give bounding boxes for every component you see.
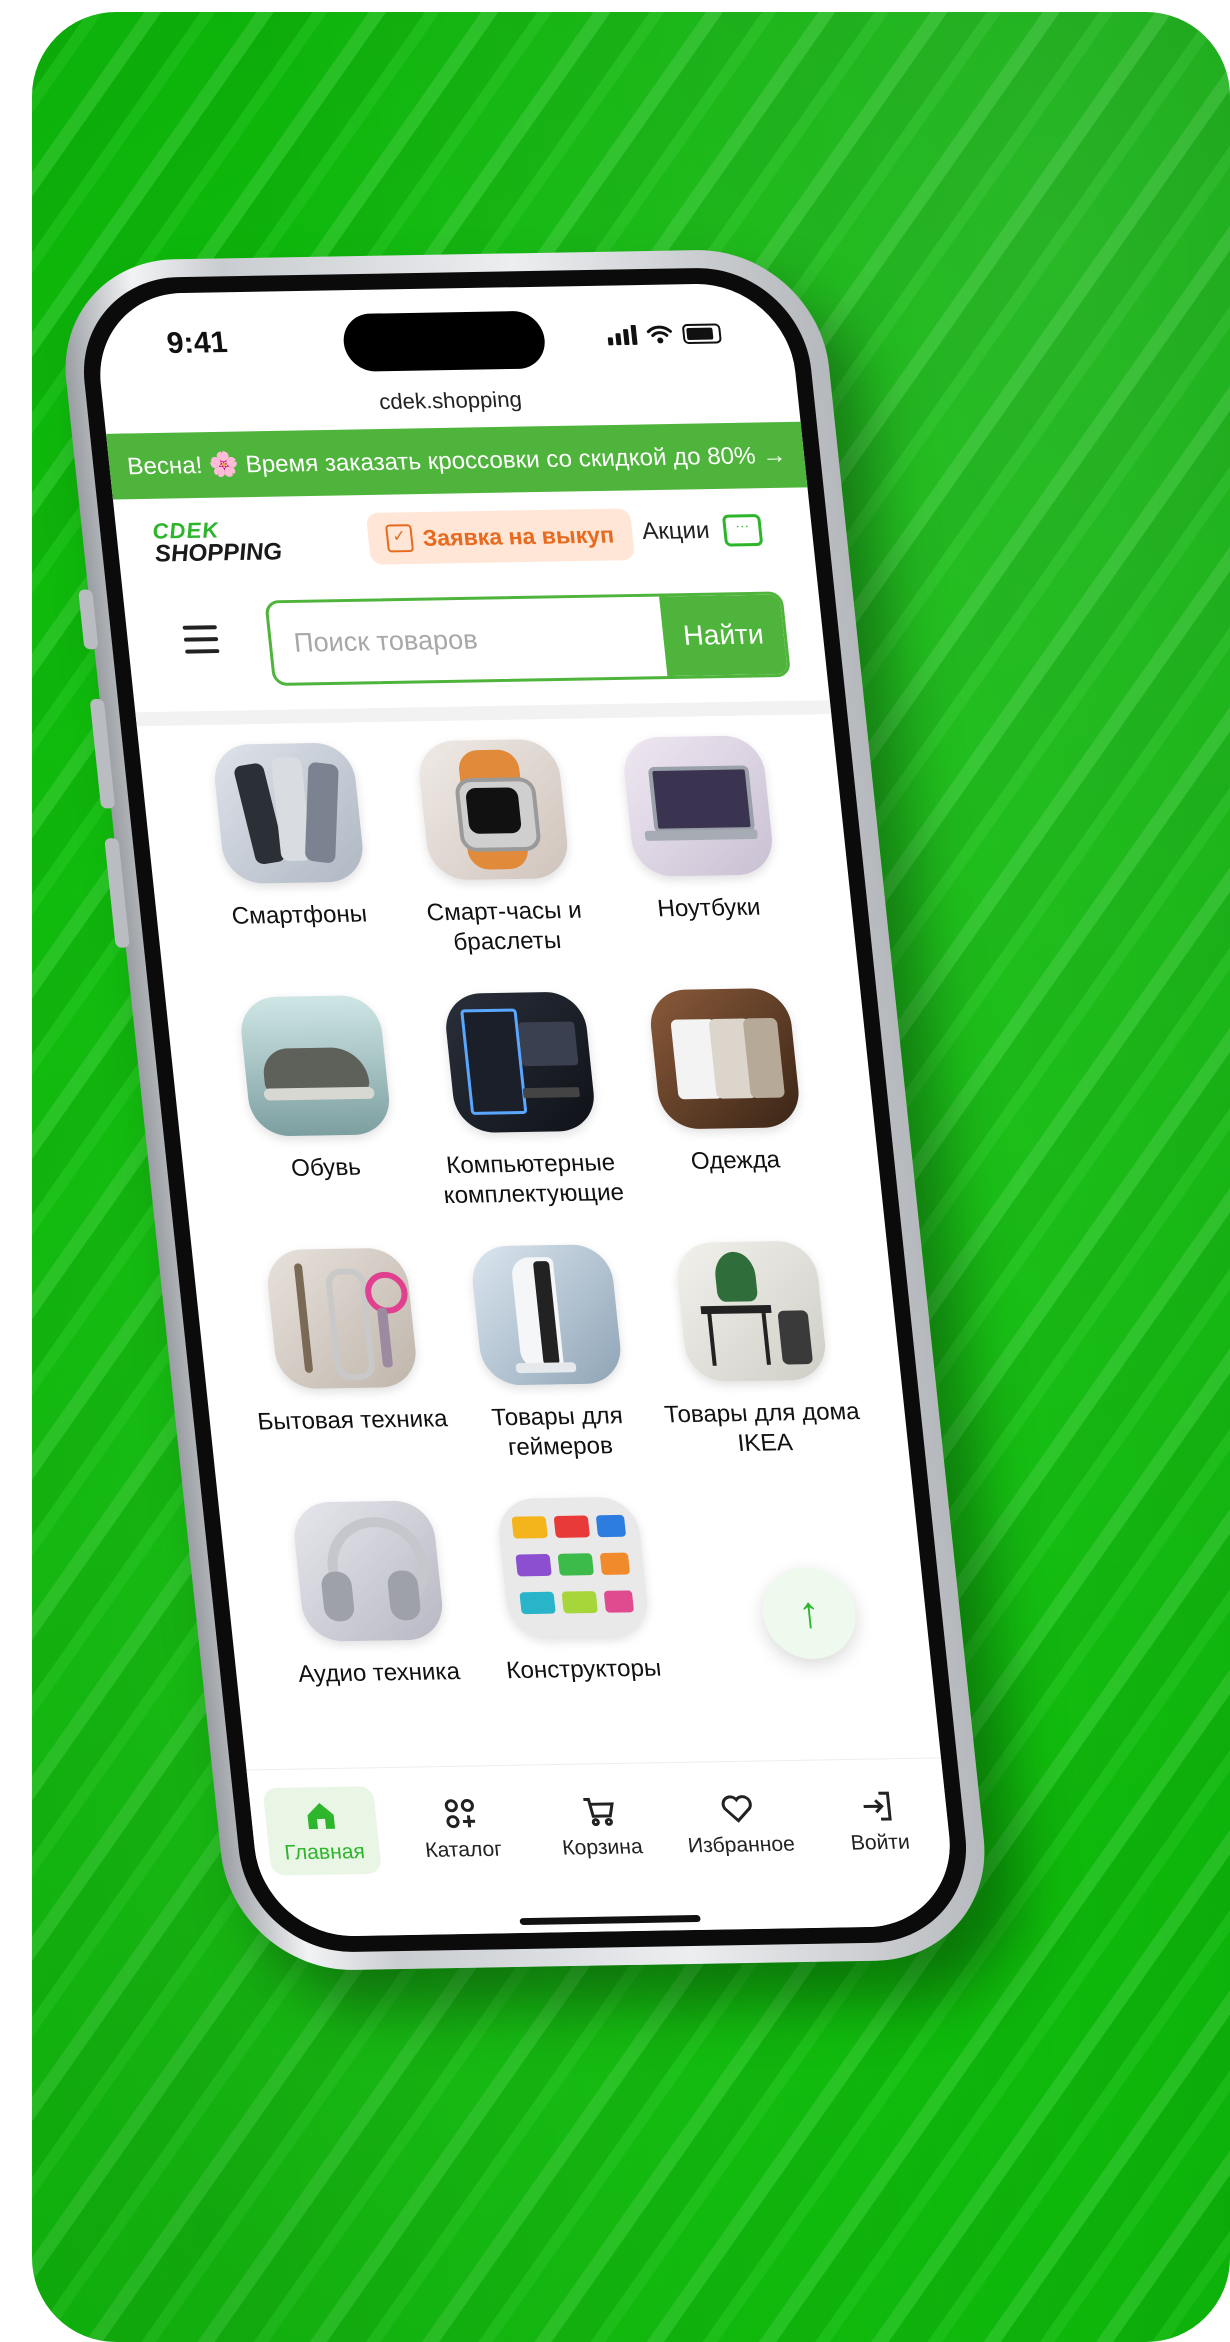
hamburger-menu-icon[interactable] [182, 625, 221, 661]
category-construction-toys[interactable]: Конструкторы [463, 1496, 687, 1687]
promos-link[interactable]: Акции ··· [640, 514, 764, 548]
home-decor-image [673, 1240, 829, 1383]
laptop-image [620, 735, 776, 877]
battery-icon [681, 323, 722, 345]
category-smartphones[interactable]: Смартфоны [179, 742, 407, 962]
search-input[interactable] [267, 596, 668, 683]
cdek-shopping-logo[interactable]: CDEK SHOPPING [151, 518, 283, 568]
tab-catalog[interactable]: Каталог [402, 1784, 522, 1873]
smartphones-image [211, 742, 367, 885]
console-image [468, 1244, 625, 1386]
status-icons [606, 323, 722, 346]
wifi-icon [646, 325, 672, 344]
clipboard-check-icon [385, 524, 415, 553]
search-box: Найти [264, 591, 792, 686]
smartwatch-image [415, 738, 572, 881]
category-laptops[interactable]: Ноутбуки [588, 735, 816, 955]
promos-label: Акции [640, 516, 711, 545]
category-shoes[interactable]: Обувь [206, 994, 434, 1214]
lego-image [495, 1496, 651, 1639]
category-grid: Смартфоны Смарт-часы и браслеты Ноутбуки [179, 735, 893, 1691]
section-divider [135, 700, 832, 727]
bottom-tab-bar: Главная Каталог Корзина Избранное Войти [246, 1757, 959, 1938]
category-gamers[interactable]: Товары для геймеров [437, 1243, 665, 1463]
heart-icon [719, 1790, 757, 1828]
promo-banner[interactable]: Весна! 🌸 Время заказать кроссовки со ски… [106, 421, 808, 500]
appliances-image [264, 1247, 420, 1390]
chat-icon[interactable]: ··· [721, 514, 764, 547]
sneaker-image [237, 994, 393, 1137]
search-button[interactable]: Найти [659, 594, 788, 677]
browser-url[interactable]: cdek.shopping [102, 382, 799, 420]
catalog-icon [441, 1794, 479, 1832]
category-smartwatches[interactable]: Смарт-часы и браслеты [384, 738, 612, 958]
tab-login[interactable]: Войти [818, 1776, 938, 1865]
cart-icon [580, 1792, 618, 1830]
pc-image [442, 991, 598, 1134]
status-bar: 9:41 [95, 316, 794, 368]
login-icon [857, 1787, 895, 1825]
tab-favorites[interactable]: Избранное [679, 1779, 799, 1868]
signal-icon [606, 324, 638, 346]
arrow-up-icon: ↑ [795, 1588, 823, 1638]
category-pc-components[interactable]: Компьютерные комплектующие [410, 991, 638, 1211]
tshirts-image [647, 987, 803, 1130]
buyout-label: Заявка на выкуп [421, 521, 616, 551]
category-clothing[interactable]: Одежда [615, 987, 843, 1207]
category-ikea-home[interactable]: Товары для дома IKEA [642, 1240, 870, 1460]
tab-cart[interactable]: Корзина [540, 1781, 660, 1870]
category-audio[interactable]: Аудио техника [259, 1500, 483, 1691]
home-icon [302, 1797, 340, 1835]
site-header: CDEK SHOPPING Заявка на выкуп Акции ··· [114, 495, 817, 587]
category-appliances[interactable]: Бытовая техника [232, 1247, 460, 1467]
search-row: Найти [123, 581, 829, 703]
headphones-image [290, 1500, 446, 1642]
tab-home[interactable]: Главная [262, 1786, 383, 1876]
buyout-request-button[interactable]: Заявка на выкуп [365, 508, 635, 565]
status-time: 9:41 [165, 326, 229, 360]
